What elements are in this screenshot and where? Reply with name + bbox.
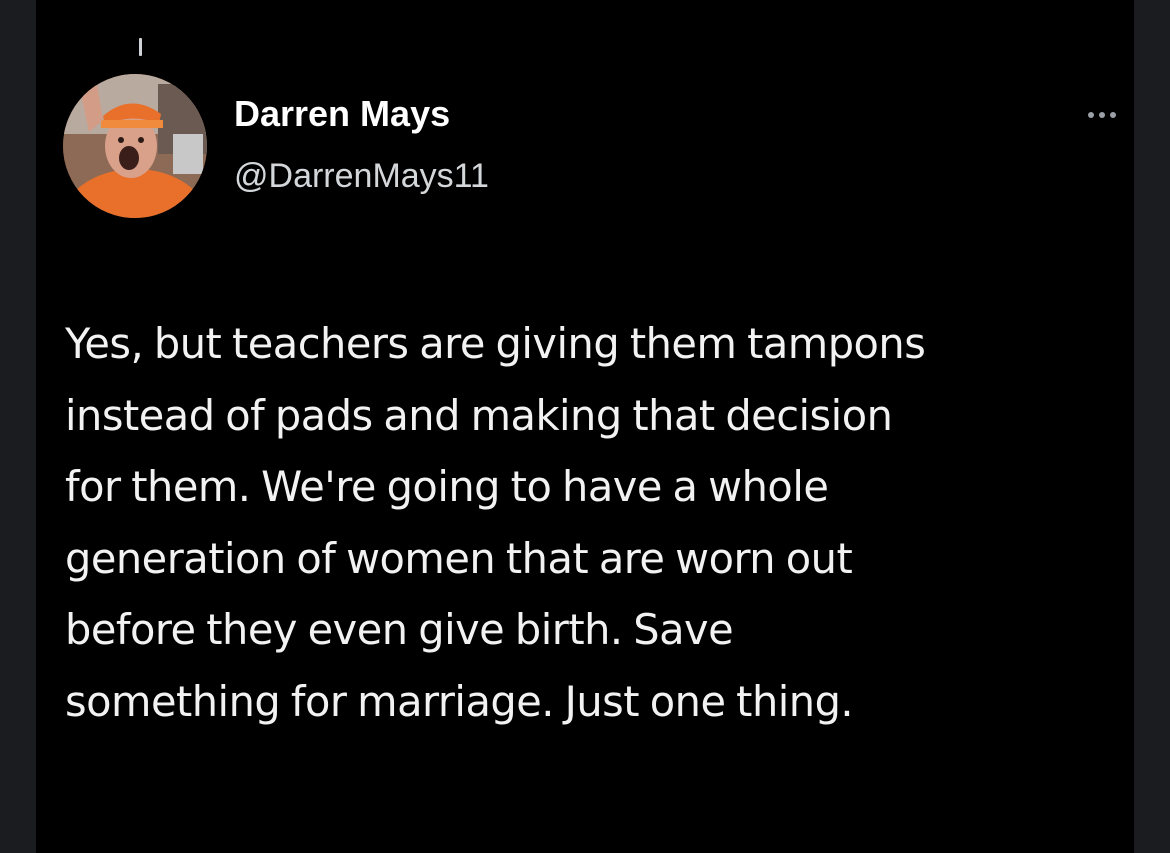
- thread-connector-line: [139, 38, 142, 56]
- tweet-text-line: something for marriage. Just one thing.: [65, 676, 854, 726]
- tweet-card[interactable]: Darren Mays @DarrenMays11 Yes, but teach…: [36, 0, 1134, 853]
- display-name[interactable]: Darren Mays: [234, 92, 450, 136]
- tweet-text-line: Yes, but teachers are giving them tampon…: [65, 319, 926, 368]
- more-options-icon[interactable]: [1088, 100, 1134, 130]
- tweet-text-line: before they even give birth. Save: [65, 605, 734, 654]
- tweet-text-line: for them. We're going to have a whole: [65, 462, 829, 511]
- more-dot: [1099, 112, 1105, 118]
- avatar-photo-icon: [63, 74, 207, 218]
- more-dot: [1110, 112, 1116, 118]
- user-handle[interactable]: @DarrenMays11: [234, 155, 489, 197]
- tweet-text: Yes, but teachers are giving them tampon…: [65, 308, 1125, 737]
- tweet-text-line: instead of pads and making that decision: [65, 390, 893, 440]
- screenshot-frame: Darren Mays @DarrenMays11 Yes, but teach…: [0, 0, 1170, 853]
- more-dot: [1088, 112, 1094, 118]
- avatar[interactable]: [63, 74, 207, 218]
- tweet-text-line: generation of women that are worn out: [65, 533, 853, 583]
